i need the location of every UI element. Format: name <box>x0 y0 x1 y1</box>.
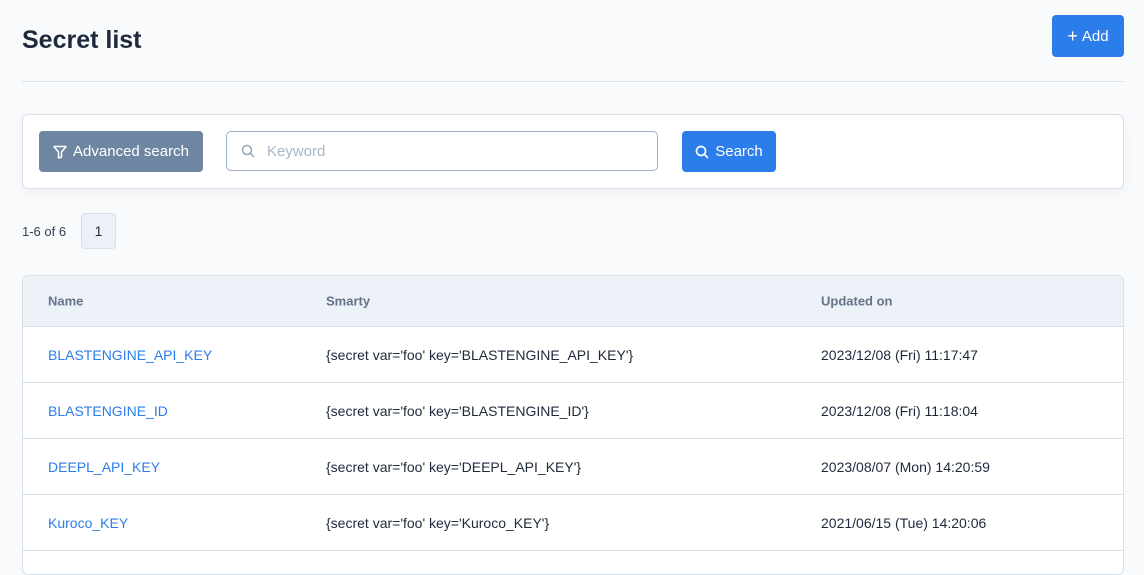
column-header-updated[interactable]: Updated on <box>821 294 893 309</box>
updated-on: 2023/12/08 (Fri) 11:17:47 <box>821 346 978 363</box>
search-button[interactable]: Search <box>682 131 776 172</box>
search-icon <box>241 144 255 158</box>
table-header: Name Smarty Updated on <box>23 276 1123 327</box>
updated-on: 2021/06/15 (Tue) 14:20:06 <box>821 514 987 531</box>
divider <box>22 81 1124 82</box>
filter-icon <box>53 145 67 159</box>
secret-table: Name Smarty Updated on BLASTENGINE_API_K… <box>22 275 1124 575</box>
advanced-search-label: Advanced search <box>73 143 189 160</box>
table-row: BLASTENGINE_ID {secret var='foo' key='BL… <box>23 383 1123 439</box>
plus-icon: + <box>1067 25 1078 46</box>
search-label: Search <box>715 143 763 160</box>
keyword-input[interactable] <box>267 142 647 160</box>
secret-name-link[interactable]: BLASTENGINE_ID <box>48 403 168 419</box>
table-row: Kuroco_KEY {secret var='foo' key='Kuroco… <box>23 495 1123 551</box>
advanced-search-button[interactable]: Advanced search <box>39 131 203 172</box>
smarty-code: {secret var='foo' key='DEEPL_API_KEY'} <box>326 458 582 475</box>
secret-name-link[interactable]: Kuroco_KEY <box>48 515 128 531</box>
result-count: 1-6 of 6 <box>22 224 67 239</box>
column-header-smarty: Smarty <box>326 293 371 309</box>
keyword-field[interactable] <box>226 131 658 171</box>
table-row: BLASTENGINE_API_KEY {secret var='foo' ke… <box>23 327 1123 383</box>
search-icon <box>695 145 709 159</box>
updated-on: 2023/12/08 (Fri) 11:18:04 <box>821 402 978 419</box>
search-panel: Advanced search Search <box>22 114 1124 189</box>
add-button[interactable]: + Add <box>1052 15 1124 57</box>
page-title: Secret list <box>22 26 142 54</box>
smarty-code: {secret var='foo' key='BLASTENGINE_API_K… <box>326 346 634 363</box>
table-row: DEEPL_API_KEY {secret var='foo' key='DEE… <box>23 439 1123 495</box>
column-header-name[interactable]: Name <box>48 294 83 309</box>
updated-on: 2023/08/07 (Mon) 14:20:59 <box>821 458 990 475</box>
page-button-1[interactable]: 1 <box>81 213 116 249</box>
smarty-code: {secret var='foo' key='Kuroco_KEY'} <box>326 514 550 531</box>
smarty-code: {secret var='foo' key='BLASTENGINE_ID'} <box>326 402 589 419</box>
secret-name-link[interactable]: DEEPL_API_KEY <box>48 459 160 475</box>
add-label: Add <box>1081 27 1109 45</box>
secret-name-link[interactable]: BLASTENGINE_API_KEY <box>48 347 212 363</box>
